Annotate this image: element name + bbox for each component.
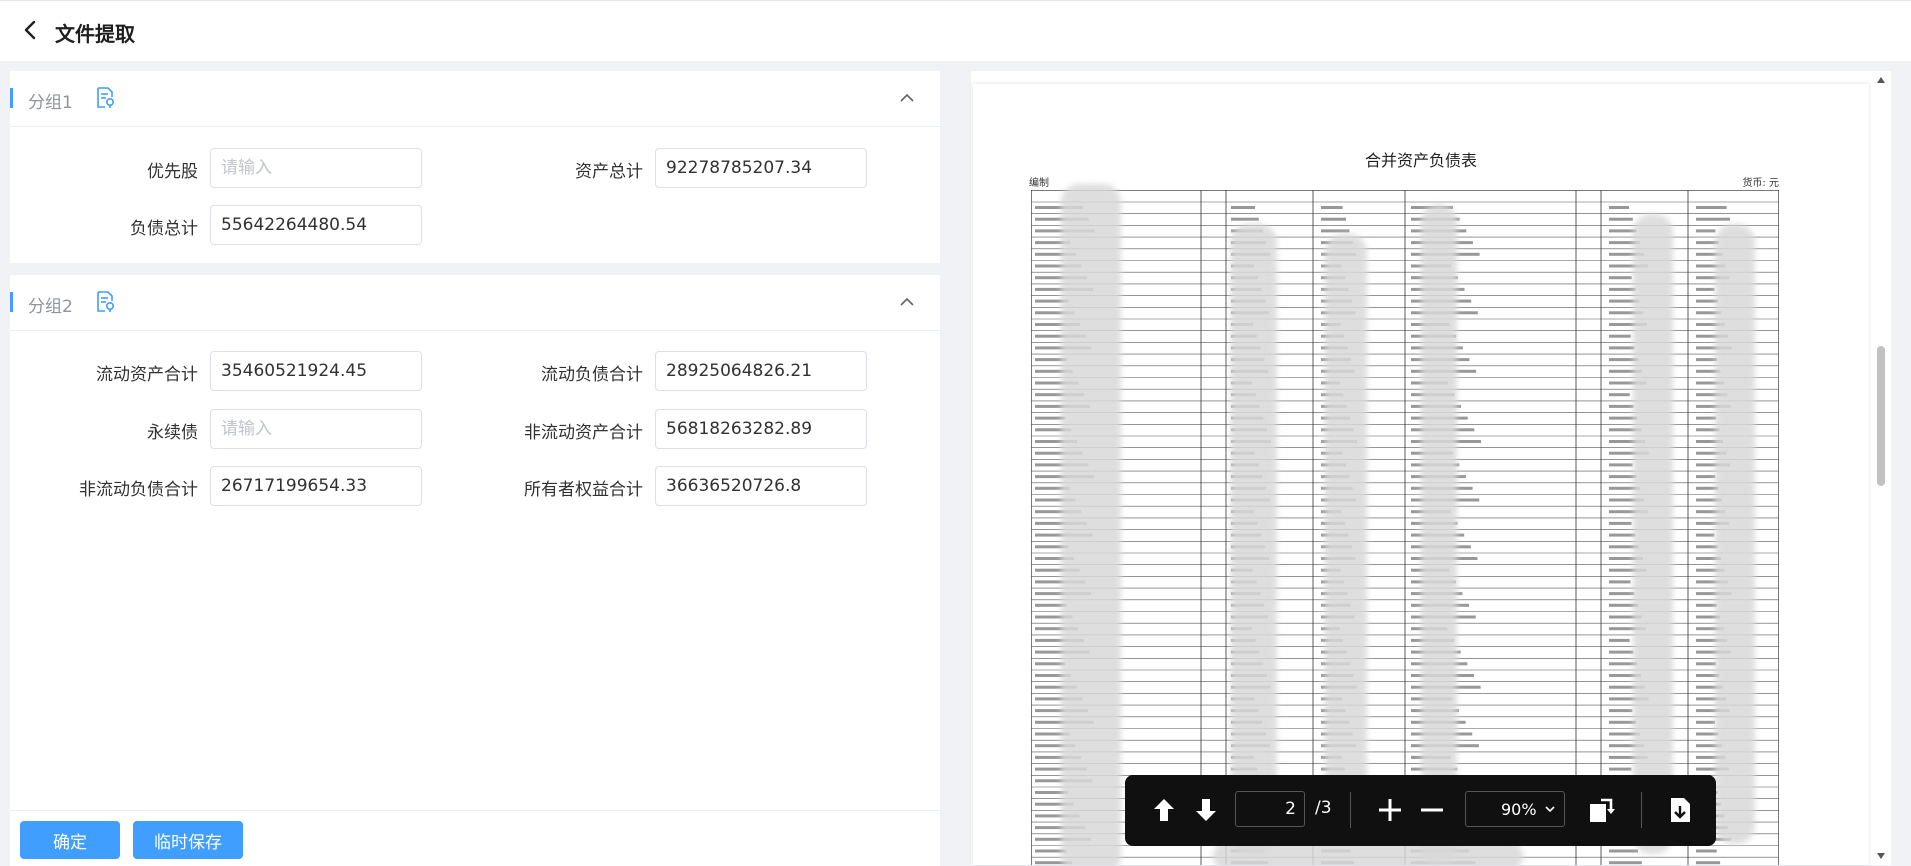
viewer-scrollbar[interactable] (1871, 71, 1891, 865)
document-location-icon[interactable] (94, 290, 116, 314)
download-icon[interactable] (1665, 795, 1695, 825)
noncurrent-assets-input[interactable] (655, 409, 867, 449)
page-total: /3 (1315, 798, 1332, 818)
field-noncurrent-liabilities: 非流动负债合计 (79, 466, 422, 506)
zoom-in-icon[interactable] (1375, 795, 1405, 825)
redaction-blur (1325, 234, 1367, 834)
field-label: 所有者权益合计 (524, 480, 643, 500)
field-current-liabilities: 流动负债合计 (541, 351, 867, 391)
field-preferred-stock: 优先股 (147, 148, 422, 188)
field-label: 负债总计 (130, 219, 198, 239)
chevron-up-icon[interactable] (898, 89, 916, 107)
document-prefix: 编制 (1029, 178, 1049, 189)
perpetual-bonds-input[interactable] (210, 409, 422, 449)
preferred-stock-input[interactable] (210, 148, 422, 188)
page-title: 文件提取 (55, 22, 135, 46)
group-1-card: 分组1 优先股 资产总计 负债总计 (10, 71, 940, 263)
rotate-page-icon[interactable] (1587, 795, 1617, 825)
page-number-input[interactable] (1235, 791, 1305, 827)
group-accent-bar (10, 88, 13, 108)
document-title: 合并资产负债表 (1364, 151, 1477, 170)
back-arrow-icon[interactable] (20, 19, 42, 41)
toolbar-divider (1641, 792, 1642, 828)
redaction-blur (1715, 224, 1755, 844)
field-owners-equity: 所有者权益合计 (524, 466, 867, 506)
scroll-up-icon[interactable] (1876, 75, 1886, 85)
field-label: 流动负债合计 (541, 365, 643, 385)
field-label: 非流动负债合计 (79, 480, 198, 500)
scroll-thumb[interactable] (1877, 346, 1885, 486)
temp-save-button[interactable]: 临时保存 (133, 821, 243, 859)
scroll-down-icon[interactable] (1876, 851, 1886, 861)
top-bar: 文件提取 (0, 0, 1911, 61)
field-label: 流动资产合计 (96, 365, 198, 385)
owners-equity-input[interactable] (655, 466, 867, 506)
previous-page-icon[interactable] (1149, 795, 1179, 825)
extraction-form-panel: 分组1 优先股 资产总计 负债总计 (10, 71, 940, 865)
next-page-icon[interactable] (1191, 795, 1221, 825)
field-label: 永续债 (147, 423, 198, 443)
field-perpetual-bonds: 永续债 (147, 409, 422, 449)
field-current-assets: 流动资产合计 (96, 351, 422, 391)
group-accent-bar (10, 292, 13, 312)
field-label: 非流动资产合计 (524, 423, 643, 443)
redaction-blur (1231, 224, 1277, 854)
group-2-title: 分组2 (28, 297, 73, 317)
noncurrent-liabilities-input[interactable] (210, 466, 422, 506)
group-1-title: 分组1 (28, 93, 73, 113)
total-assets-input[interactable] (655, 148, 867, 188)
group-2-header[interactable]: 分组2 (10, 275, 940, 331)
document-page[interactable]: 合并资产负债表 编制 货币: 元 (973, 84, 1869, 865)
document-unit: 货币: 元 (1742, 178, 1779, 189)
chevron-down-icon (1545, 806, 1555, 813)
confirm-button[interactable]: 确定 (20, 821, 120, 859)
current-liabilities-input[interactable] (655, 351, 867, 391)
field-total-assets: 资产总计 (575, 148, 867, 188)
zoom-out-icon[interactable] (1417, 795, 1447, 825)
zoom-value: 90% (1501, 800, 1537, 819)
zoom-select[interactable]: 90% (1465, 791, 1565, 827)
current-assets-input[interactable] (210, 351, 422, 391)
redaction-blur (1061, 184, 1121, 865)
redaction-blur (1633, 214, 1673, 854)
toolbar-divider (1350, 792, 1351, 828)
chevron-up-icon[interactable] (898, 293, 916, 311)
field-total-liabilities: 负债总计 (130, 205, 422, 245)
document-viewer: 合并资产负债表 编制 货币: 元 (971, 71, 1891, 865)
group-1-header[interactable]: 分组1 (10, 71, 940, 127)
field-label: 优先股 (147, 162, 198, 182)
group-2-card: 分组2 流动资产合计 流动负债合计 永续债 非流 (10, 275, 940, 811)
total-liabilities-input[interactable] (210, 205, 422, 245)
field-label: 资产总计 (575, 162, 643, 182)
action-bar: 确定 临时保存 (10, 810, 940, 866)
redaction-blur (1421, 204, 1457, 864)
field-noncurrent-assets: 非流动资产合计 (524, 409, 867, 449)
pdf-toolbar: /3 90% (1125, 775, 1716, 846)
document-location-icon[interactable] (94, 86, 116, 110)
